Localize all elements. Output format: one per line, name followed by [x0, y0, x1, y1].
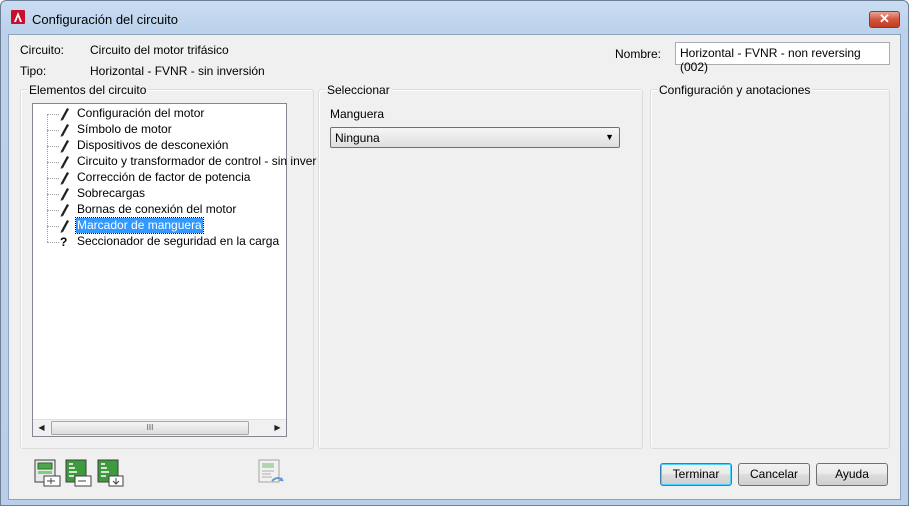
tree-item[interactable]: Marcador de manguera — [33, 217, 286, 234]
tree-connector — [47, 130, 59, 131]
tree-item-label: Seccionador de seguridad en la carga — [77, 234, 280, 248]
manguera-dropdown-value: Ninguna — [335, 131, 380, 145]
close-icon: ✕ — [879, 11, 890, 26]
tree-connector — [47, 210, 59, 211]
pencil-icon — [60, 203, 70, 217]
tree-connector — [47, 226, 59, 227]
tree-connector — [47, 242, 59, 243]
scroll-grip-icon: III — [146, 423, 154, 432]
tree-item-label: Bornas de conexión del motor — [77, 202, 237, 216]
nombre-input[interactable]: Horizontal - FVNR - non reversing (002) — [675, 42, 890, 74]
tree-item[interactable]: Bornas de conexión del motor — [33, 202, 286, 218]
cancelar-button[interactable]: Cancelar — [738, 463, 810, 486]
config-group-title: Configuración y anotaciones — [657, 83, 813, 97]
select-group-title: Seleccionar — [325, 83, 392, 97]
tree-item-label: Símbolo de motor — [77, 122, 172, 136]
config-group: Configuración y anotaciones — [650, 83, 890, 449]
nombre-label: Nombre: — [615, 47, 662, 61]
pencil-icon — [60, 219, 70, 233]
dialog-window: Configuración del circuito ✕ Circuito: C… — [0, 0, 909, 506]
tree-item[interactable]: Símbolo de motor — [33, 122, 286, 138]
save-circuit-icon — [65, 459, 92, 487]
pencil-icon — [60, 155, 70, 169]
export-circuit-icon — [97, 459, 124, 487]
tipo-label: Tipo: — [20, 64, 47, 78]
circuito-label: Circuito: — [20, 43, 65, 57]
tipo-value: Horizontal - FVNR - sin inversión — [90, 64, 265, 78]
insert-circuit-icon — [34, 459, 61, 487]
tree-item[interactable]: Circuito y transformador de control - si… — [33, 154, 316, 170]
tree-item[interactable]: ? Seccionador de seguridad en la carga — [33, 234, 286, 250]
export-circuit-button[interactable] — [97, 459, 125, 487]
pencil-icon — [60, 139, 70, 153]
save-circuit-button[interactable] — [65, 459, 93, 487]
tree-connector — [47, 114, 59, 115]
tree-item-label: Sobrecargas — [77, 186, 146, 200]
circuit-elements-tree[interactable]: Configuración del motor Símbolo de motor D… — [32, 103, 316, 437]
terminar-button[interactable]: Terminar — [660, 463, 732, 486]
tree-item-label: Marcador de manguera — [75, 217, 204, 234]
restore-circuit-button[interactable] — [258, 459, 286, 487]
tree-item-label: Dispositivos de desconexión — [77, 138, 229, 152]
scroll-thumb[interactable]: III — [51, 421, 249, 435]
elements-group-title: Elementos del circuito — [27, 83, 149, 97]
pencil-icon — [60, 107, 70, 121]
close-button[interactable]: ✕ — [869, 11, 900, 28]
horizontal-scrollbar[interactable]: ◀ III ▶ — [33, 419, 286, 436]
nombre-input-value: Horizontal - FVNR - non reversing (002) — [680, 46, 861, 74]
tree-item[interactable]: Configuración del motor — [33, 106, 286, 122]
restore-circuit-icon — [258, 459, 284, 483]
chevron-down-icon: ▼ — [605, 132, 614, 142]
tree-item-label: Configuración del motor — [77, 106, 205, 120]
title-bar[interactable]: Configuración del circuito ✕ — [1, 1, 908, 34]
pencil-icon — [60, 187, 70, 201]
manguera-label: Manguera — [330, 107, 385, 121]
circuito-value: Circuito del motor trifásico — [90, 43, 229, 57]
tree-item[interactable]: Corrección de factor de potencia — [33, 170, 286, 186]
tree-item[interactable]: Dispositivos de desconexión — [33, 138, 286, 154]
question-icon: ? — [60, 235, 68, 249]
scroll-left-arrow-icon[interactable]: ◀ — [33, 420, 50, 436]
ayuda-button[interactable]: Ayuda — [816, 463, 888, 486]
manguera-dropdown[interactable]: Ninguna ▼ — [330, 127, 620, 148]
tree-connector — [47, 146, 59, 147]
tree-item-label: Circuito y transformador de control - si… — [77, 154, 317, 168]
tree-connector — [47, 162, 59, 163]
window-title: Configuración del circuito — [32, 12, 178, 27]
autocad-a-icon — [11, 10, 25, 24]
tree-item-label: Corrección de factor de potencia — [77, 170, 251, 184]
scroll-right-arrow-icon[interactable]: ▶ — [269, 420, 286, 436]
tree-connector — [47, 194, 59, 195]
tree-item[interactable]: Sobrecargas — [33, 186, 286, 202]
pencil-icon — [60, 123, 70, 137]
dialog-body: Circuito: Circuito del motor trifásico T… — [8, 34, 901, 500]
tree-connector — [47, 178, 59, 179]
insert-circuit-button[interactable] — [34, 459, 62, 487]
pencil-icon — [60, 171, 70, 185]
